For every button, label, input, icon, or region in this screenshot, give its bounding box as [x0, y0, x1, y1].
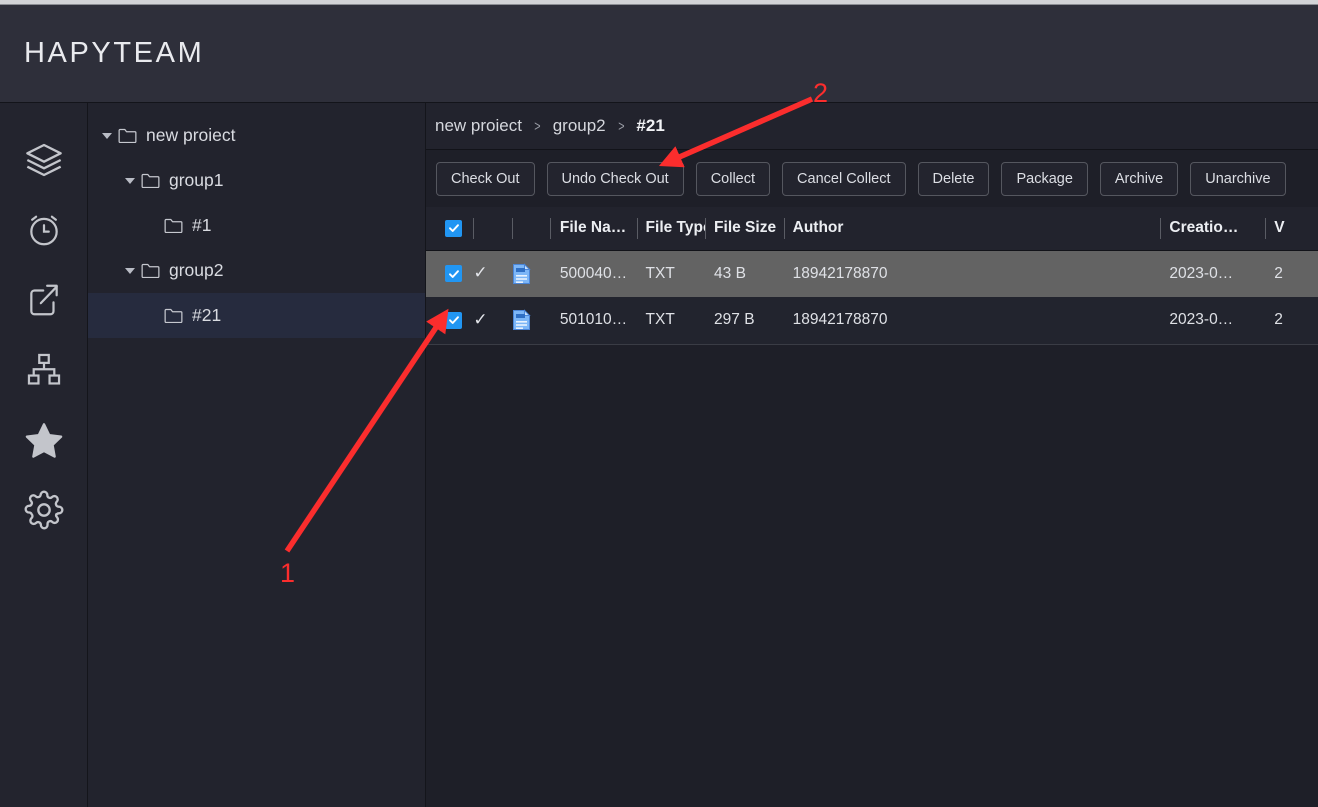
star-icon: [23, 419, 65, 461]
row-file-icon-cell: [512, 297, 550, 344]
share-export-icon: [25, 281, 63, 319]
header-icon: [511, 207, 550, 250]
check-out-button[interactable]: Check Out: [436, 161, 535, 196]
tree-node-label: #1: [192, 215, 212, 235]
action-toolbar: Check Out Undo Check Out Collect Cancel …: [426, 150, 1318, 207]
rail-item-structure[interactable]: [14, 335, 74, 405]
tree-node-group1[interactable]: group1: [88, 158, 425, 203]
app-window: HAPYTEAM new proiect group1 #1 group2 #2…: [0, 0, 1318, 807]
tree-node-label: group1: [169, 170, 224, 190]
unarchive-button[interactable]: Unarchive: [1190, 161, 1286, 196]
file-table: File Na… File Type File Size Author Crea…: [426, 207, 1318, 345]
cell-author: 18942178870: [792, 264, 888, 282]
cell-file-name: 500040…: [559, 264, 628, 282]
tree-node-1[interactable]: #1: [88, 203, 425, 248]
cell-creation-time: 2023-0…: [1169, 311, 1234, 329]
breadcrumb-separator-icon: >: [534, 117, 541, 135]
collect-button[interactable]: Collect: [695, 161, 771, 196]
cell-extra: 2: [1274, 264, 1283, 282]
check-mark-icon: ✓: [473, 309, 488, 329]
row-status-cell: ✓: [473, 297, 511, 344]
folder-icon: [118, 127, 146, 144]
file-table-header: File Na… File Type File Size Author Crea…: [426, 207, 1318, 250]
delete-button[interactable]: Delete: [917, 161, 990, 196]
cancel-collect-button[interactable]: Cancel Collect: [782, 161, 906, 196]
brand-title: HAPYTEAM: [24, 37, 205, 69]
cell-extra: 2: [1274, 311, 1283, 329]
header-file-size[interactable]: File Size: [705, 207, 784, 250]
tree-node-new-proiect[interactable]: new proiect: [88, 113, 425, 158]
app-header: HAPYTEAM: [0, 5, 1318, 103]
header-file-type[interactable]: File Type: [636, 207, 705, 250]
tree-node-label: group2: [169, 260, 224, 280]
undo-check-out-button[interactable]: Undo Check Out: [546, 161, 684, 196]
cell-file-name: 501010…: [559, 311, 628, 329]
folder-icon: [164, 217, 192, 234]
text-file-icon: [512, 263, 550, 285]
row-file-icon-cell: [512, 250, 550, 297]
gear-icon: [24, 490, 64, 530]
chevron-down-icon[interactable]: [96, 132, 118, 139]
table-header-row: File Na… File Type File Size Author Crea…: [426, 207, 1318, 250]
icon-rail: [0, 103, 88, 807]
tree-node-21[interactable]: #21: [88, 293, 425, 338]
layers-icon: [24, 140, 64, 180]
cell-file-size: 297 B: [714, 311, 755, 329]
row-checkbox[interactable]: [445, 311, 462, 329]
rail-item-layers[interactable]: [14, 125, 74, 195]
cell-author: 18942178870: [792, 311, 888, 329]
chevron-down-icon[interactable]: [119, 267, 141, 274]
rail-item-share[interactable]: [14, 265, 74, 335]
tree-node-group2[interactable]: group2: [88, 248, 425, 293]
cell-file-type: TXT: [645, 264, 675, 282]
alarm-clock-icon: [25, 211, 63, 249]
sitemap-icon: [25, 351, 63, 389]
row-status-cell: ✓: [473, 250, 511, 297]
cell-creation-time: 2023-0…: [1169, 264, 1234, 282]
archive-button[interactable]: Archive: [1099, 161, 1179, 196]
cell-file-size: 43 B: [714, 264, 746, 282]
folder-icon: [141, 172, 169, 189]
header-author[interactable]: Author: [783, 207, 1161, 250]
cell-file-type: TXT: [645, 311, 675, 329]
rail-item-favorites[interactable]: [14, 405, 74, 475]
folder-icon: [164, 307, 192, 324]
header-select-all: [426, 207, 473, 250]
rail-item-settings[interactable]: [14, 475, 74, 545]
breadcrumb-separator-icon: >: [617, 117, 625, 135]
breadcrumb-item-group2[interactable]: group2: [553, 116, 606, 136]
breadcrumb-item-current: #21: [636, 116, 665, 135]
header-extra-column[interactable]: V: [1265, 207, 1318, 250]
row-select-cell: [426, 297, 473, 344]
main-content: new proiect > group2 > #21 Check Out Und…: [426, 103, 1318, 807]
check-mark-icon: ✓: [473, 263, 488, 283]
header-creation-time[interactable]: Creatio…: [1160, 207, 1265, 250]
header-file-name[interactable]: File Na…: [549, 207, 637, 250]
package-button[interactable]: Package: [1001, 161, 1088, 196]
file-table-body: ✓ 500040… TXT 43 B 18942178870 2023-0… 2…: [426, 250, 1318, 344]
rail-item-recent[interactable]: [14, 195, 74, 265]
breadcrumb: new proiect > group2 > #21: [426, 103, 1318, 150]
text-file-icon: [512, 309, 550, 331]
row-checkbox[interactable]: [445, 265, 462, 283]
project-tree-panel: new proiect group1 #1 group2 #21: [88, 103, 426, 807]
row-select-cell: [426, 250, 473, 297]
folder-icon: [141, 262, 169, 279]
table-row[interactable]: ✓: [426, 250, 1318, 297]
header-flag: [473, 207, 511, 250]
table-row[interactable]: ✓: [426, 297, 1318, 344]
select-all-checkbox[interactable]: [445, 219, 462, 237]
file-table-container: File Na… File Type File Size Author Crea…: [426, 207, 1318, 807]
tree-node-label: new proiect: [146, 125, 236, 145]
chevron-down-icon[interactable]: [119, 177, 141, 184]
breadcrumb-item-root[interactable]: new proiect: [435, 116, 522, 136]
tree-node-label: #21: [192, 305, 222, 325]
